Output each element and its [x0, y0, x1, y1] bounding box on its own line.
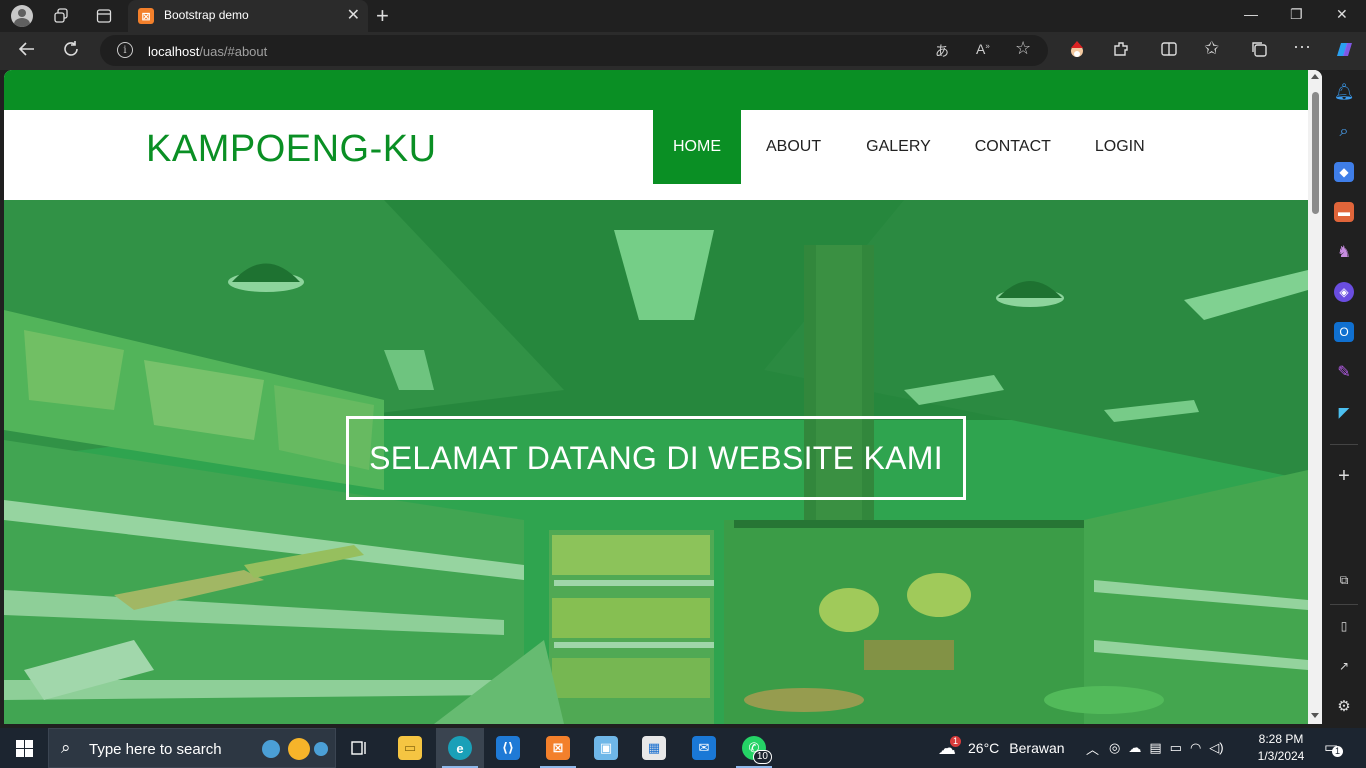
windows-taskbar: ⌕ Type here to search ▭ e ⟨⟩ ⊠ ▣ ▦ ✉ ✆ 1… [0, 728, 1366, 768]
task-view-icon[interactable] [336, 728, 384, 768]
collections-icon[interactable] [1250, 40, 1268, 63]
clock-date: 1/3/2024 [1257, 749, 1305, 763]
volume-icon[interactable]: ◁) [1209, 740, 1223, 756]
browser-toolbar: i localhost/uas/#about あ A» ☆ ✩ ··· [0, 32, 1366, 70]
minimize-icon[interactable]: — [1244, 6, 1258, 22]
whatsapp-badge: 10 [752, 750, 772, 764]
translate-icon[interactable]: あ [935, 41, 949, 61]
url-text[interactable]: localhost/uas/#about [148, 44, 267, 59]
games-icon[interactable]: ♞ [1334, 242, 1354, 262]
copilot-icon[interactable] [1332, 38, 1356, 67]
site-brand[interactable]: KAMPOENG-KU [146, 128, 437, 171]
cloud-weather-icon: ☁ 1 [938, 735, 962, 759]
show-hidden-icons-icon[interactable]: ︿ [1086, 739, 1099, 758]
back-icon[interactable] [18, 40, 36, 63]
close-window-icon[interactable]: ✕ [1336, 6, 1348, 23]
edge-taskbar-icon[interactable]: e [436, 728, 484, 768]
vscode-icon[interactable]: ⟨⟩ [484, 728, 532, 768]
nav-galery[interactable]: GALERY [844, 110, 953, 184]
search-icon[interactable]: ⌕ [1334, 122, 1354, 142]
search-placeholder: Type here to search [89, 741, 222, 758]
shopping-tag-icon[interactable]: ◆ [1334, 162, 1354, 182]
address-bar[interactable]: i localhost/uas/#about あ A» ☆ [100, 35, 1048, 66]
scroll-up-arrow-icon[interactable] [1311, 74, 1319, 79]
workspaces-icon[interactable] [50, 4, 74, 28]
sidebar-divider [1330, 444, 1358, 445]
nav-contact[interactable]: CONTACT [953, 110, 1073, 184]
nav-home[interactable]: HOME [653, 110, 741, 184]
hero-banner: SELAMAT DATANG DI WEBSITE KAMI [4, 200, 1308, 724]
scrollbar-thumb[interactable] [1312, 92, 1319, 214]
close-tab-icon[interactable]: ✕ [347, 5, 360, 25]
favorites-icon[interactable]: ✩ [1204, 38, 1219, 59]
more-menu-icon[interactable]: ··· [1293, 36, 1311, 57]
onedrive-icon[interactable]: ☁ [1128, 740, 1141, 756]
browser-tab-active[interactable]: ⊠ Bootstrap demo ✕ [128, 0, 368, 32]
notification-center-icon[interactable]: ▭ 1 [1324, 738, 1344, 757]
nav-about[interactable]: ABOUT [741, 110, 844, 184]
microsoft-store-icon[interactable]: ▦ [630, 728, 678, 768]
edge-sidebar: 🔔︎ ⌕ ◆ ▬ ♞ ◈ O ✎ ◤ + ⧉ ▯ ↗ ⚙ [1322, 70, 1366, 724]
display-icon[interactable]: ▤ [1149, 740, 1161, 756]
virtualbox-icon[interactable]: ▣ [582, 728, 630, 768]
split-screen-icon[interactable] [1160, 40, 1178, 63]
extension-santa-icon[interactable] [1068, 40, 1086, 63]
profile-avatar-icon[interactable] [10, 4, 34, 28]
whatsapp-icon[interactable]: ✆ 10 [730, 728, 778, 768]
new-tab-icon[interactable]: + [376, 3, 389, 29]
clock-time: 8:28 PM [1258, 732, 1304, 746]
webcam-icon[interactable]: ◎ [1109, 740, 1120, 756]
copilot-sidebar-icon[interactable]: ◈ [1334, 282, 1354, 302]
restore-icon[interactable]: ❐ [1290, 6, 1303, 23]
hero-title: SELAMAT DATANG DI WEBSITE KAMI [369, 439, 943, 476]
site-info-icon[interactable]: i [117, 42, 133, 58]
main-nav: HOME ABOUT GALERY CONTACT LOGIN [653, 110, 1167, 184]
mail-icon[interactable]: ✉ [680, 728, 728, 768]
tab-title: Bootstrap demo [164, 8, 249, 22]
search-magnifier-icon: ⌕ [61, 738, 71, 757]
open-external-icon[interactable]: ↗ [1334, 656, 1354, 676]
system-tray: ︿ ◎ ☁ ▤ ▭ ◠ ◁) [1086, 728, 1224, 768]
designer-icon[interactable]: ✎ [1334, 362, 1354, 382]
wifi-icon[interactable]: ◠ [1190, 740, 1201, 756]
battery-icon[interactable]: ▭ [1170, 740, 1182, 756]
screenshot-icon[interactable]: ⧉ [1334, 570, 1354, 590]
taskbar-search-box[interactable]: ⌕ Type here to search [48, 728, 336, 768]
hide-sidebar-icon[interactable]: ▯ [1334, 616, 1354, 636]
sidebar-divider-2 [1330, 604, 1358, 605]
notifications-bell-icon[interactable]: 🔔︎ [1334, 82, 1354, 102]
add-sidebar-icon[interactable]: + [1334, 465, 1354, 487]
outlook-icon[interactable]: O [1334, 322, 1354, 342]
hero-title-box: SELAMAT DATANG DI WEBSITE KAMI [346, 416, 966, 500]
scroll-down-arrow-icon[interactable] [1311, 713, 1319, 718]
search-highlight-sun-icon [262, 738, 328, 760]
tab-strip: ⊠ Bootstrap demo ✕ + — ❐ ✕ [0, 0, 1366, 32]
read-aloud-icon[interactable]: A» [976, 41, 990, 57]
vertical-tabs-icon[interactable] [92, 4, 116, 28]
tools-icon[interactable]: ▬ [1334, 202, 1354, 222]
site-header: KAMPOENG-KU HOME ABOUT GALERY CONTACT LO… [4, 110, 1308, 200]
top-green-bar [4, 70, 1308, 110]
drop-icon[interactable]: ◤ [1334, 402, 1354, 422]
weather-text: Berawan [1009, 740, 1065, 756]
page-scrollbar[interactable] [1308, 70, 1322, 724]
sidebar-settings-gear-icon[interactable]: ⚙ [1334, 696, 1354, 716]
windows-start-icon[interactable] [16, 740, 33, 757]
xampp-icon[interactable]: ⊠ [534, 728, 582, 768]
extensions-icon[interactable] [1112, 40, 1130, 63]
weather-temp: 26°C [968, 740, 1000, 756]
weather-widget[interactable]: ☁ 1 26°C Berawan [938, 728, 1065, 768]
page-viewport: KAMPOENG-KU HOME ABOUT GALERY CONTACT LO… [4, 70, 1322, 724]
xampp-favicon-icon: ⊠ [138, 8, 154, 24]
favorite-star-icon[interactable]: ☆ [1015, 38, 1031, 59]
taskbar-clock[interactable]: 8:28 PM 1/3/2024 [1252, 731, 1310, 765]
refresh-icon[interactable] [62, 40, 80, 63]
file-explorer-icon[interactable]: ▭ [386, 728, 434, 768]
nav-login[interactable]: LOGIN [1073, 110, 1167, 184]
